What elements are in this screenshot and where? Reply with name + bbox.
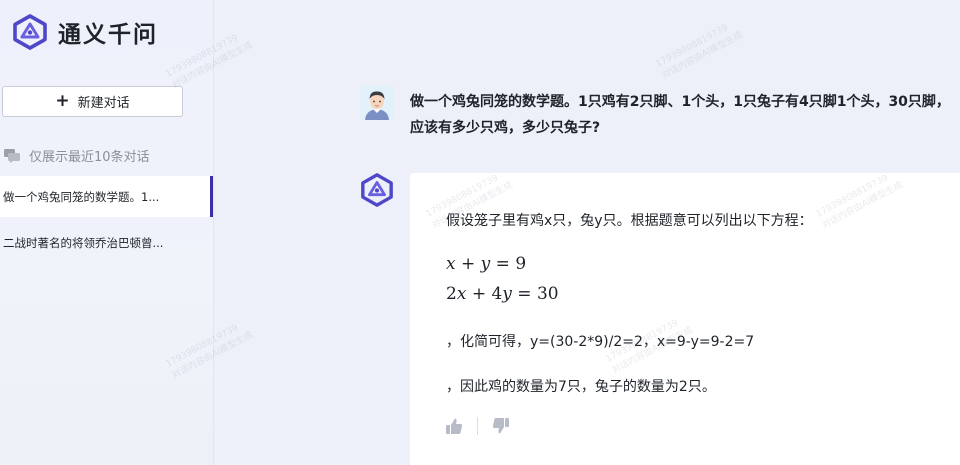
user-message: 做一个鸡兔同笼的数学题。1只鸡有2只脚、1个头，1只兔子有4只脚1个头，30只脚… <box>410 94 950 136</box>
thumbs-up-icon[interactable] <box>445 417 463 435</box>
watermark: 17939808819739对话内容由AI模型生成 <box>654 23 745 82</box>
user-avatar <box>360 86 394 120</box>
chat-bubble-icon <box>4 148 20 163</box>
conversation-title: 二战时著名的将领乔治巴顿曾... <box>3 235 164 250</box>
plus-icon: + <box>55 91 70 111</box>
user-avatar-icon <box>360 86 394 120</box>
history-hint-text: 仅展示最近10条对话 <box>29 150 150 165</box>
new-chat-label: 新建对话 <box>77 96 130 111</box>
equation-2: 2x + 4y = 30 <box>446 284 559 304</box>
answer-simplify: ，化简可得，y=(30-2*9)/2=2，x=9-y=9-2=7 <box>446 334 755 350</box>
app-name: 通义千问 <box>58 22 158 48</box>
answer-intro: 假设笼子里有鸡x只，兔y只。根据题意可以列出以下方程： <box>446 213 813 229</box>
conversation-item[interactable]: 二战时著名的将领乔治巴顿曾... <box>0 222 213 263</box>
tongyi-bot-avatar-icon <box>361 173 393 207</box>
conversation-item-active[interactable]: 做一个鸡兔同笼的数学题。1... <box>0 176 213 217</box>
sidebar: 通义千问 + 新建对话 仅展示最近10条对话 做一个鸡兔同笼的数学题。1... … <box>0 0 214 465</box>
tongyi-logo-icon <box>13 14 47 50</box>
history-hint: 仅展示最近10条对话 <box>4 146 150 165</box>
feedback-divider <box>477 417 478 435</box>
thumbs-down-icon[interactable] <box>492 417 510 435</box>
answer-conclusion: ，因此鸡的数量为7只，兔子的数量为2只。 <box>446 379 716 395</box>
equation-1: x + y = 9 <box>446 254 527 274</box>
chat-area: 做一个鸡兔同笼的数学题。1只鸡有2只脚、1个头，1只兔子有4只脚1个头，30只脚… <box>164 0 960 465</box>
feedback-bar <box>445 417 510 435</box>
answer-card: 假设笼子里有鸡x只，兔y只。根据题意可以列出以下方程： x + y = 9 2x… <box>410 173 960 465</box>
new-chat-button[interactable]: + 新建对话 <box>2 86 183 117</box>
conversation-title: 做一个鸡兔同笼的数学题。1... <box>3 189 160 204</box>
brand[interactable]: 通义千问 <box>12 14 158 50</box>
